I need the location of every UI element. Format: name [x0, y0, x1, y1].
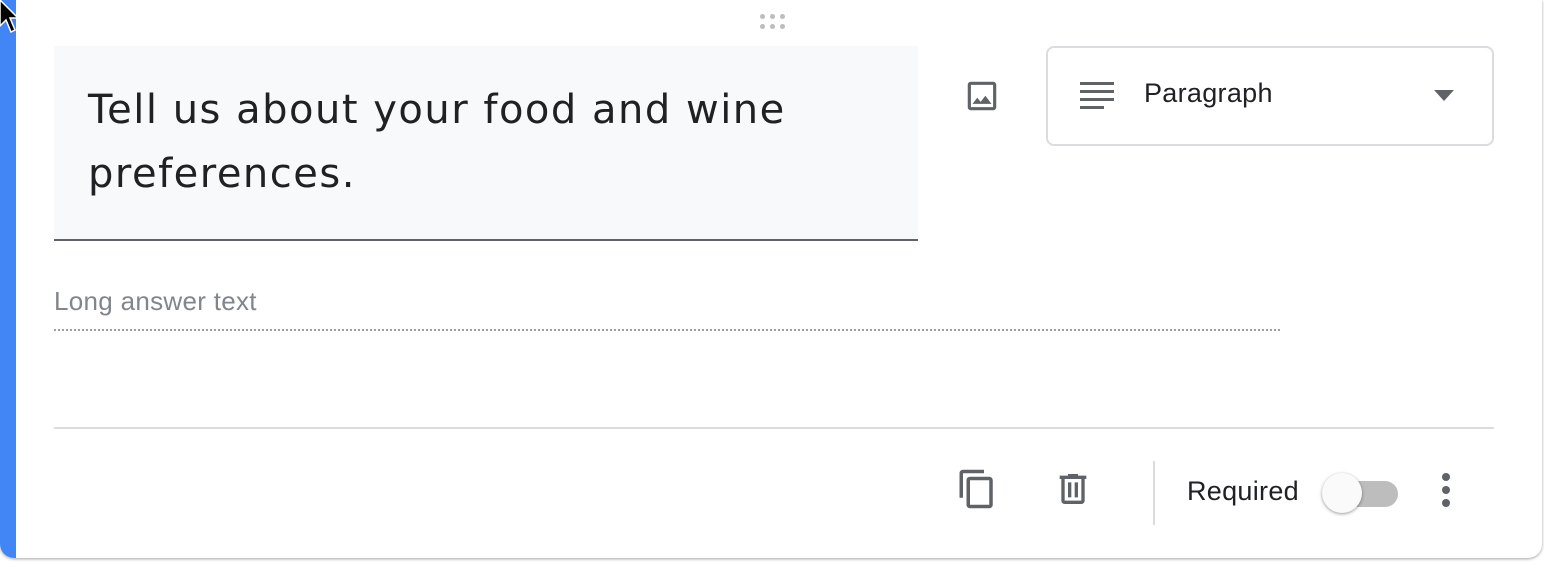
- mouse-pointer-icon: [0, 0, 20, 34]
- toggle-knob: [1322, 473, 1362, 513]
- more-vert-icon: [1442, 473, 1450, 507]
- image-icon: [967, 81, 997, 111]
- question-type-dropdown[interactable]: Paragraph: [1046, 46, 1494, 146]
- answer-underline: [54, 329, 1280, 331]
- question-title-input[interactable]: Tell us about your food and wine prefere…: [54, 46, 918, 241]
- question-type-label: Paragraph: [1144, 78, 1273, 108]
- footer-vertical-divider: [1153, 461, 1155, 525]
- required-label: Required: [1187, 476, 1299, 506]
- paragraph-lines-icon: [1080, 82, 1114, 109]
- required-toggle[interactable]: [1322, 472, 1402, 516]
- long-answer-placeholder: Long answer text: [54, 286, 257, 316]
- trash-icon: [1059, 474, 1087, 504]
- delete-button[interactable]: [1048, 464, 1098, 514]
- chevron-down-icon: [1434, 90, 1454, 101]
- drag-handle-icon[interactable]: [760, 14, 792, 32]
- question-card[interactable]: Tell us about your food and wine prefere…: [0, 0, 1542, 558]
- add-image-button[interactable]: [958, 74, 1006, 118]
- footer-divider: [54, 427, 1494, 429]
- active-accent-bar: [0, 0, 16, 558]
- copy-icon: [959, 469, 993, 509]
- more-options-button[interactable]: [1426, 466, 1466, 514]
- duplicate-button[interactable]: [952, 464, 1002, 514]
